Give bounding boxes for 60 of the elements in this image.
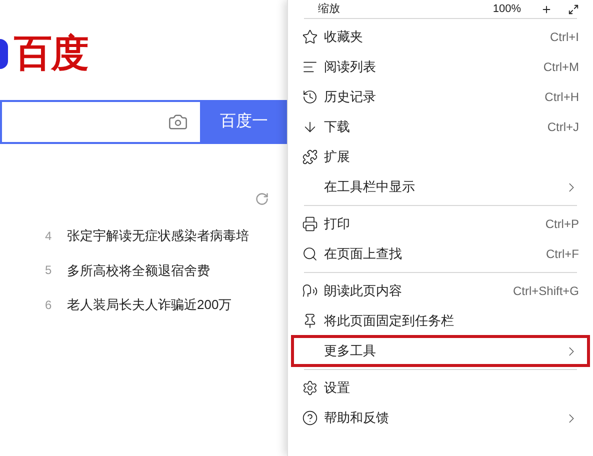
printer-icon	[302, 216, 318, 232]
menu-item[interactable]: 帮助和反馈	[292, 403, 589, 433]
list-icon	[302, 59, 318, 75]
news-link[interactable]: 多所高校将全额退宿舍费	[67, 260, 210, 280]
menu-item[interactable]: 在页面上查找 Ctrl+F	[292, 239, 589, 269]
menu-item[interactable]: 扩展	[292, 142, 589, 172]
news-link[interactable]: 张定宇解读无症状感染者病毒培	[67, 226, 249, 246]
menu-item[interactable]: 朗读此页内容 Ctrl+Shift+G	[292, 276, 589, 306]
search-field[interactable]	[0, 100, 200, 144]
menu-label: 下载	[324, 118, 350, 136]
menu-item[interactable]: 收藏夹 Ctrl+I	[292, 22, 589, 52]
shortcut-text: Ctrl+I	[550, 29, 579, 46]
zoom-label: 缩放	[318, 4, 340, 14]
menu-label: 历史记录	[324, 88, 376, 106]
rank-number: 6	[45, 296, 53, 314]
search-button[interactable]: 百度一	[200, 100, 287, 144]
rank-number: 4	[45, 228, 53, 245]
zoom-in-icon[interactable]	[541, 4, 552, 14]
menu-item[interactable]: 设置	[292, 373, 589, 403]
menu-item[interactable]: 阅读列表 Ctrl+M	[292, 52, 589, 82]
refresh-icon[interactable]	[255, 192, 269, 206]
paw-logo-icon	[0, 39, 8, 69]
zoom-value: 100%	[492, 4, 521, 14]
shortcut-text: Ctrl+H	[544, 89, 579, 106]
menu-label: 在工具栏中显示	[324, 178, 415, 196]
menu-label: 帮助和反馈	[324, 409, 389, 428]
rank-number: 5	[45, 262, 53, 280]
menu-item[interactable]: 在工具栏中显示	[292, 172, 589, 202]
menu-item[interactable]: 历史记录 Ctrl+H	[292, 82, 589, 112]
logo-text: 百度	[14, 35, 88, 73]
settings-icon	[302, 380, 318, 396]
fullscreen-icon[interactable]	[568, 4, 579, 14]
menu-item[interactable]: 更多工具	[292, 336, 589, 366]
camera-icon[interactable]	[168, 112, 188, 132]
shortcut-text: Ctrl+F	[546, 246, 579, 263]
menu-label: 收藏夹	[324, 28, 363, 46]
history-icon	[302, 89, 318, 105]
read-aloud-icon	[302, 283, 318, 299]
menu-item[interactable]: 将此页面固定到任务栏	[292, 306, 589, 336]
menu-label: 在页面上查找	[324, 245, 402, 264]
puzzle-icon	[302, 149, 318, 165]
menu-label: 更多工具	[324, 342, 376, 360]
help-icon	[302, 410, 318, 426]
shortcut-text: Ctrl+J	[547, 119, 579, 136]
shortcut-text: Ctrl+P	[545, 216, 579, 233]
menu-label: 打印	[324, 215, 350, 234]
star-icon	[302, 29, 318, 45]
menu-item[interactable]: 下载 Ctrl+J	[292, 112, 589, 142]
menu-item[interactable]: 打印 Ctrl+P	[292, 209, 589, 239]
search-icon	[302, 246, 318, 262]
menu-label: 设置	[324, 379, 350, 398]
shortcut-text: Ctrl+Shift+G	[512, 283, 579, 300]
pin-icon	[302, 313, 318, 329]
menu-label: 扩展	[324, 148, 350, 166]
news-link[interactable]: 老人装局长夫人诈骗近200万	[67, 295, 232, 314]
shortcut-text: Ctrl+M	[543, 59, 579, 76]
menu-label: 阅读列表	[324, 58, 376, 76]
menu-label: 朗读此页内容	[324, 282, 402, 300]
menu-label: 将此页面固定到任务栏	[324, 312, 454, 330]
download-icon	[302, 119, 318, 135]
